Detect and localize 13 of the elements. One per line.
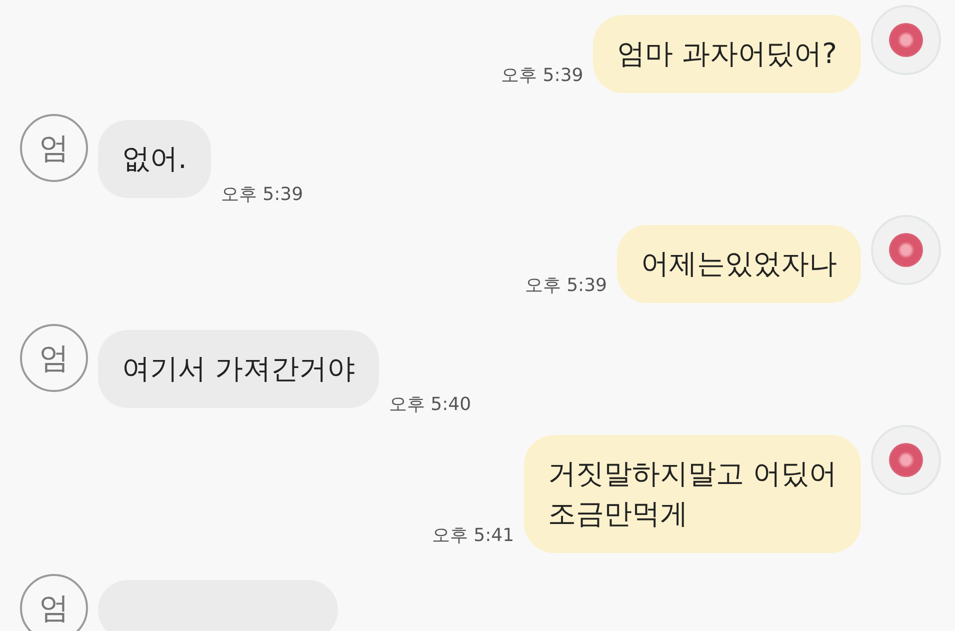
- message-time: 오후 5:41: [432, 524, 514, 548]
- avatar: 엄: [20, 114, 88, 182]
- message-time: 오후 5:39: [501, 64, 584, 88]
- message-time: 오후 5:39: [220, 183, 304, 207]
- message-time: 오후 5:39: [524, 274, 607, 298]
- avatar: 엄: [20, 324, 88, 392]
- message-text: 거짓말하지말고 어딨어 조금만먹게: [548, 456, 837, 532]
- message-text: 엄마 과자어딨어?: [617, 36, 837, 72]
- message-text: 여기서 가져간거야: [122, 351, 355, 387]
- message-text: 어제는있었자나: [641, 246, 837, 282]
- message-text: 없어.: [122, 141, 187, 177]
- message-time: 오후 5:40: [388, 393, 472, 417]
- avatar: 엄: [20, 574, 88, 631]
